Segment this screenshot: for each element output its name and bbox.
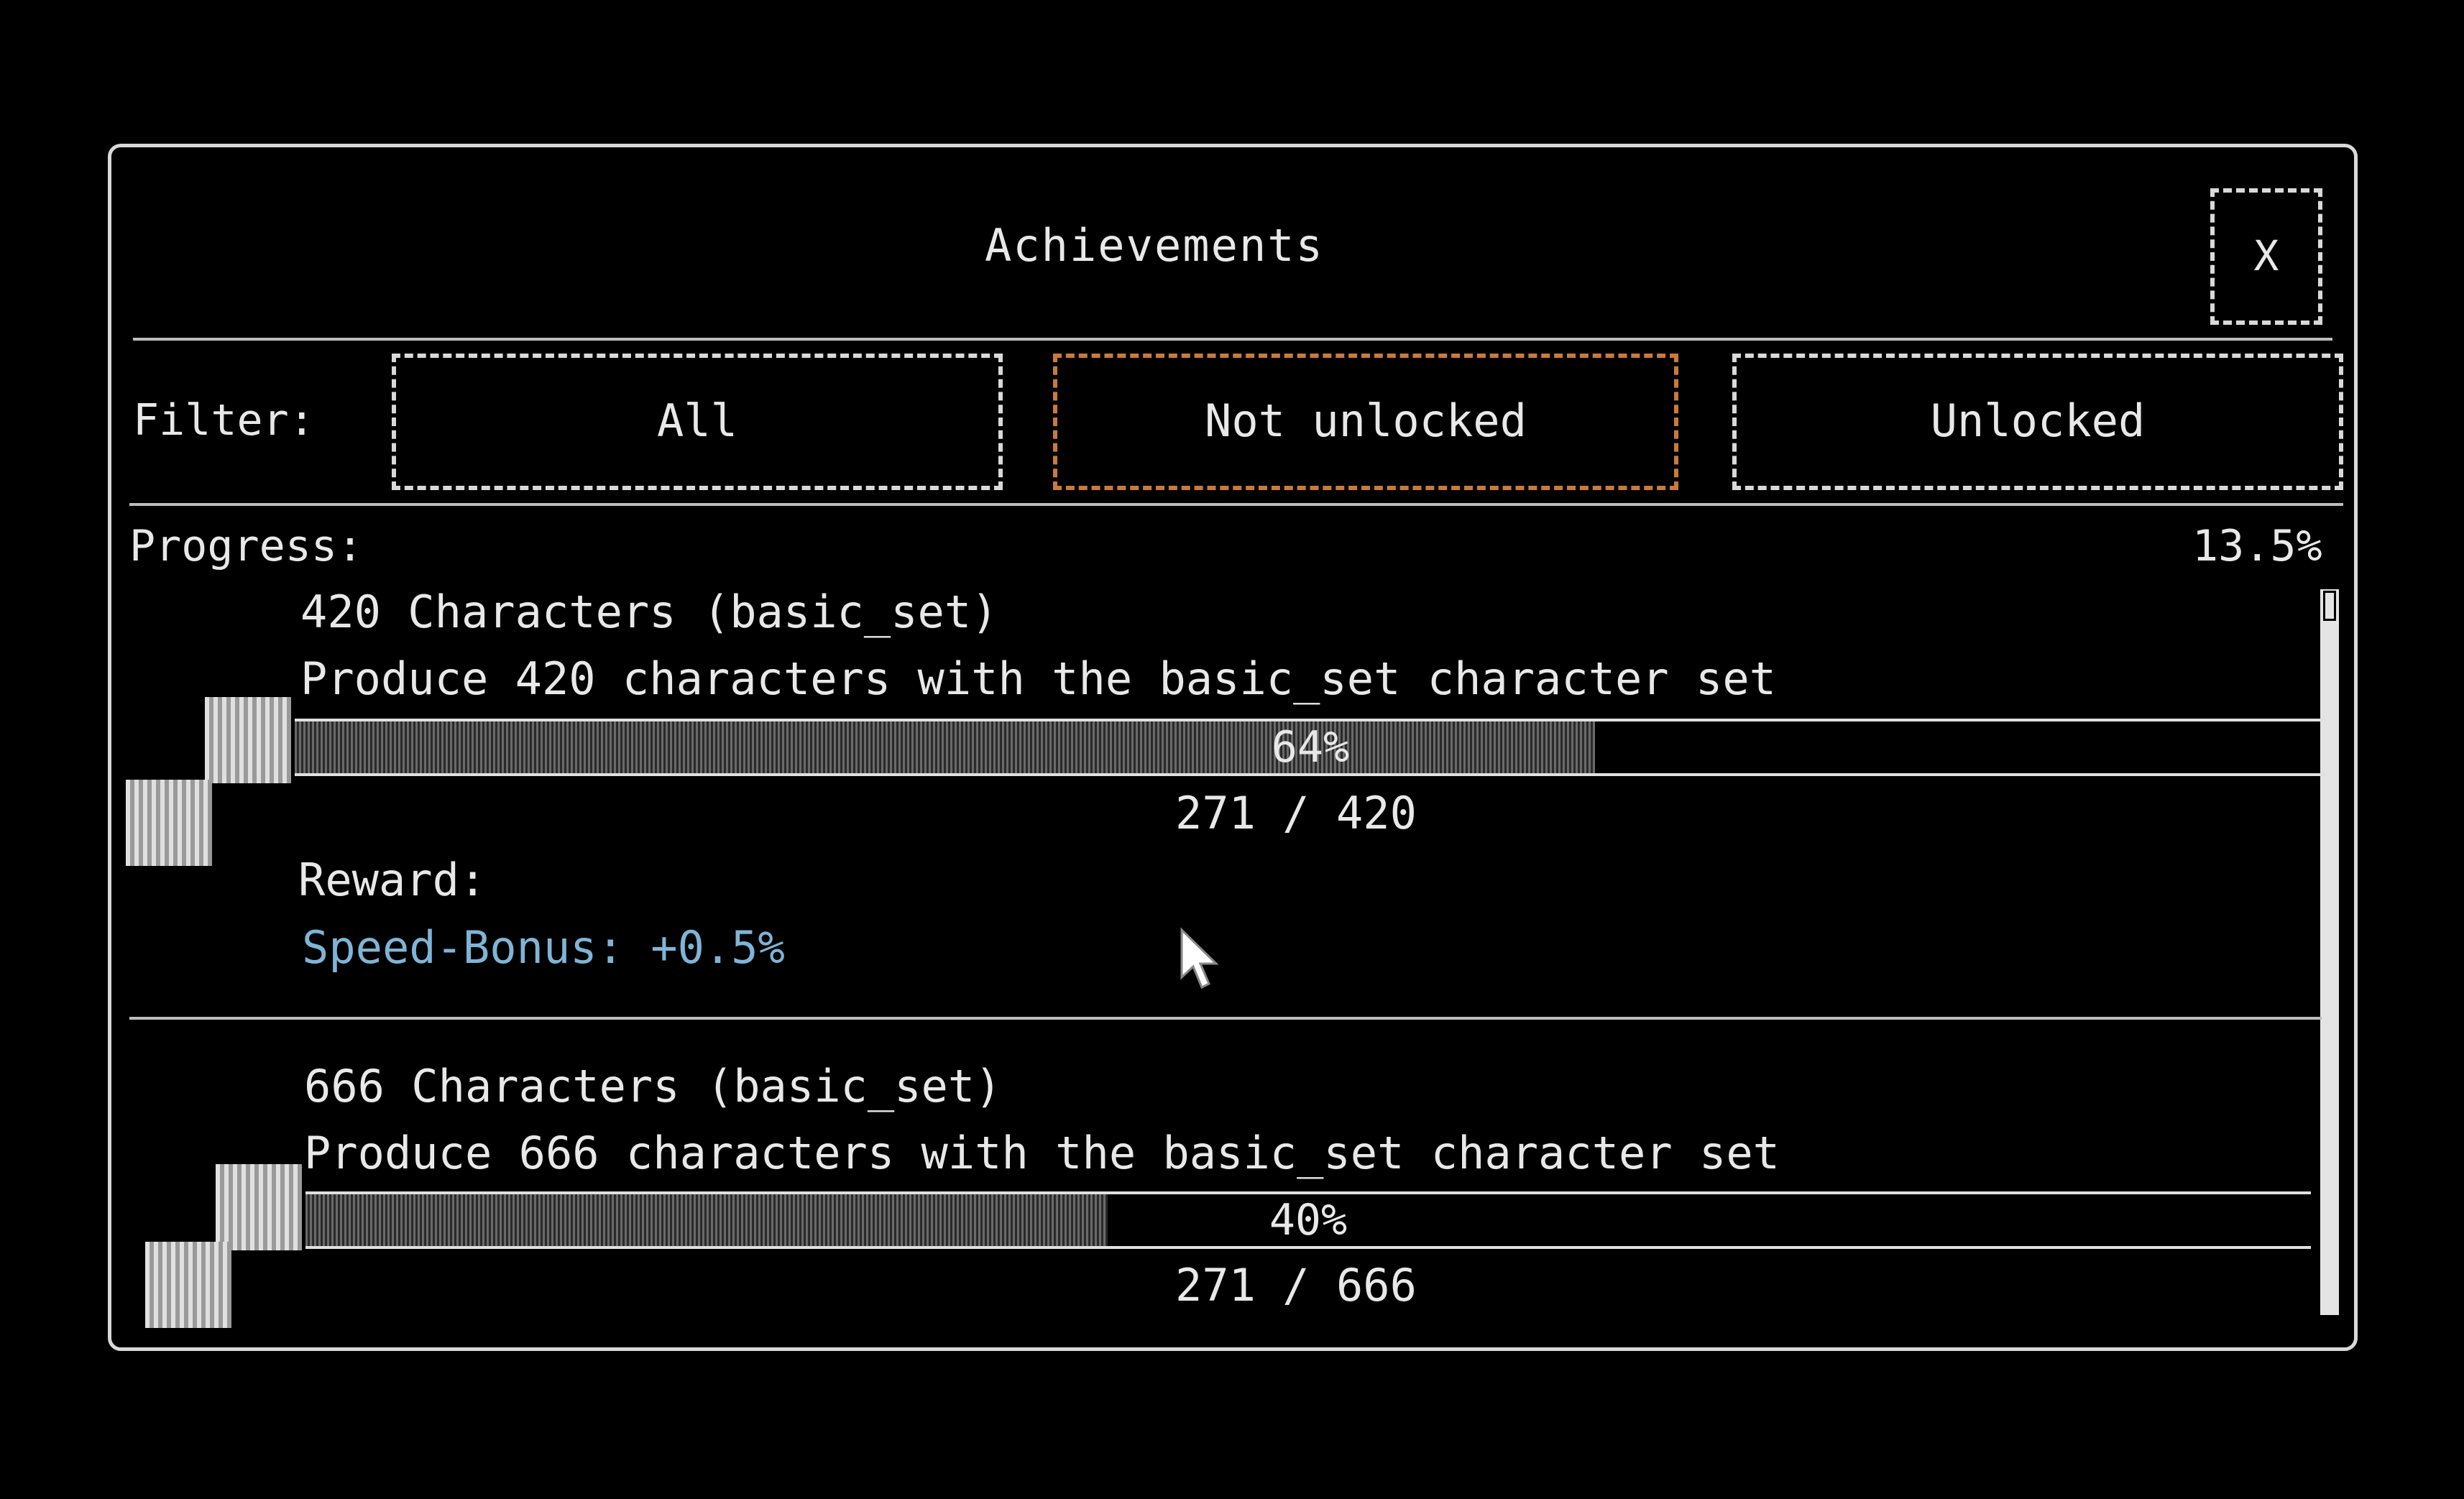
divider bbox=[133, 338, 2332, 341]
mouse-cursor-icon bbox=[1180, 927, 1219, 990]
filter-all-label: All bbox=[657, 395, 737, 447]
scrollbar[interactable] bbox=[2320, 589, 2339, 1315]
divider bbox=[129, 1017, 2322, 1020]
reward-label: Reward: bbox=[298, 854, 487, 906]
achievement-icon bbox=[126, 780, 212, 866]
overall-progress-value: 13.5% bbox=[2192, 521, 2322, 571]
achievement-title: 666 Characters (basic_set) bbox=[304, 1060, 1002, 1112]
reward-value: Speed-Bonus: +0.5% bbox=[302, 921, 785, 974]
close-button[interactable]: X bbox=[2210, 188, 2322, 325]
window-title: Achievements bbox=[985, 219, 1324, 272]
filter-label: Filter: bbox=[133, 395, 315, 446]
achievement-count: 271 / 666 bbox=[1175, 1259, 1417, 1311]
achievement-icon bbox=[216, 1164, 302, 1250]
achievement-progress-bar: 64% bbox=[295, 719, 2326, 776]
filter-unlocked-button[interactable]: Unlocked bbox=[1732, 354, 2343, 490]
filter-not-unlocked-button[interactable]: Not unlocked bbox=[1053, 354, 1678, 490]
achievement-progress-bar: 40% bbox=[305, 1191, 2311, 1249]
achievement-icon bbox=[205, 697, 291, 783]
overall-progress-label: Progress: bbox=[129, 521, 364, 571]
filter-not-unlocked-label: Not unlocked bbox=[1205, 395, 1527, 447]
achievement-icon bbox=[145, 1242, 231, 1328]
scrollbar-thumb[interactable] bbox=[2323, 591, 2336, 621]
achievement-description: Produce 666 characters with the basic_se… bbox=[304, 1127, 1780, 1179]
filter-unlocked-label: Unlocked bbox=[1930, 395, 2146, 447]
close-icon: X bbox=[2253, 231, 2279, 280]
divider bbox=[129, 503, 2343, 506]
achievement-progress-percent: 64% bbox=[1271, 722, 1350, 772]
achievement-count: 271 / 420 bbox=[1175, 787, 1417, 839]
achievement-description: Produce 420 characters with the basic_se… bbox=[300, 652, 1776, 705]
achievement-progress-percent: 40% bbox=[1269, 1195, 1348, 1245]
achievement-title: 420 Characters (basic_set) bbox=[300, 586, 998, 638]
filter-all-button[interactable]: All bbox=[392, 354, 1003, 490]
